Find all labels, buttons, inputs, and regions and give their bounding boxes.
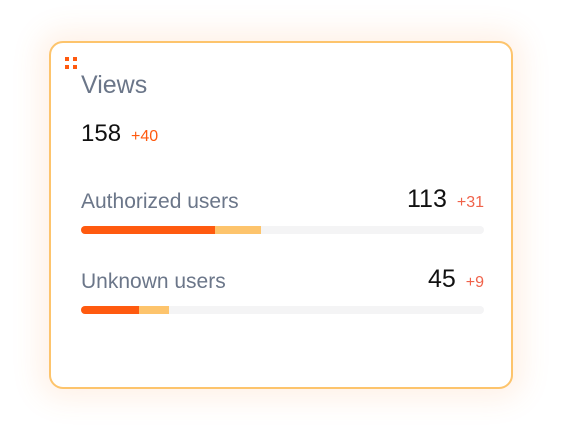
metric-value: 45 (427, 265, 456, 293)
drag-handle-icon[interactable] (65, 57, 77, 69)
metric-label: Authorized users (81, 190, 239, 213)
total-views-delta: +40 (131, 128, 159, 145)
views-widget-card: Views 158 +40 Authorized users 113 +31 U… (49, 41, 513, 389)
drag-handle-dot (73, 57, 77, 61)
progress-bar-primary-segment (81, 226, 216, 234)
progress-bar-secondary-segment (215, 226, 262, 234)
metric-delta: +31 (456, 194, 484, 211)
metric-value: 113 (407, 185, 447, 213)
drag-handle-dot (65, 57, 69, 61)
progress-bar (81, 306, 484, 314)
metric-values: 113 +31 (407, 187, 484, 212)
total-views-value: 158 (81, 120, 122, 147)
metric-delta: +9 (465, 274, 484, 291)
metric-values: 45 +9 (428, 267, 484, 292)
metric-label: Unknown users (81, 270, 226, 293)
progress-bar (81, 226, 484, 234)
progress-bar-secondary-segment (139, 306, 169, 314)
total-views: 158 +40 (81, 122, 158, 146)
widget-title: Views (81, 71, 148, 99)
drag-handle-dot (73, 65, 77, 69)
drag-handle-dot (65, 65, 69, 69)
progress-bar-primary-segment (81, 306, 140, 314)
page: Views 158 +40 Authorized users 113 +31 U… (0, 0, 564, 448)
